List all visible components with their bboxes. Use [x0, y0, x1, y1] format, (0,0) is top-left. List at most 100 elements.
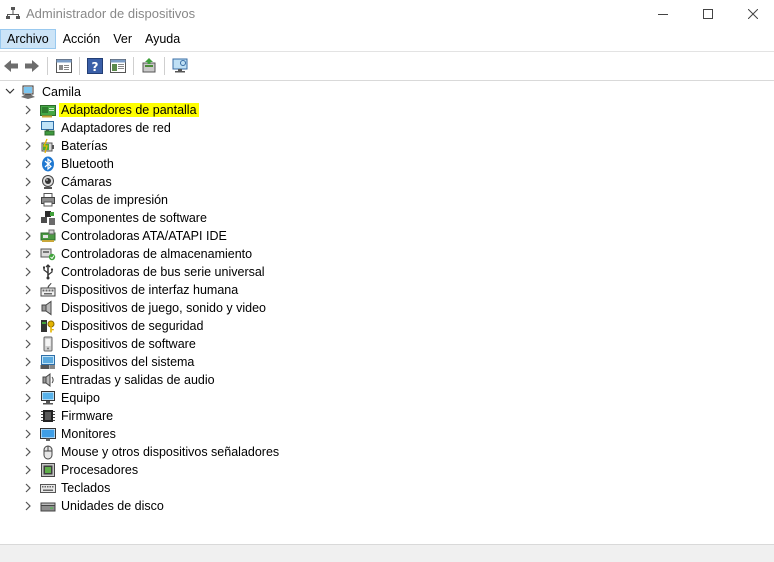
usb-icon: [43, 264, 54, 280]
tree-node-dispositivos-de-interfaz-humana[interactable]: Dispositivos de interfaz humana: [0, 281, 400, 299]
chevron-right-icon[interactable]: [24, 321, 32, 331]
camera-icon: [42, 175, 54, 189]
chevron-right-icon[interactable]: [24, 249, 32, 259]
chevron-right-icon[interactable]: [24, 177, 32, 187]
tree-node-label: Entradas y salidas de audio: [61, 373, 215, 387]
bluetooth-icon: [42, 156, 54, 172]
menu-accion[interactable]: Acción: [57, 29, 107, 49]
update-driver-icon[interactable]: [140, 57, 158, 75]
chevron-right-icon[interactable]: [24, 195, 32, 205]
tree-node-dispositivos-de-juego-sonido-y-video[interactable]: Dispositivos de juego, sonido y video: [0, 299, 400, 317]
maximize-button[interactable]: [685, 0, 731, 28]
tree-node-controladoras-ata-atapi-ide[interactable]: Controladoras ATA/ATAPI IDE: [0, 227, 400, 245]
chevron-right-icon[interactable]: [24, 141, 32, 151]
tree-node-procesadores[interactable]: Procesadores: [0, 461, 400, 479]
menu-ayuda[interactable]: Ayuda: [139, 29, 186, 49]
tree-node-baterias[interactable]: Baterías: [0, 137, 400, 155]
chevron-right-icon[interactable]: [24, 285, 32, 295]
printer-icon: [41, 193, 55, 207]
tree-node-colas-de-impresion[interactable]: Colas de impresión: [0, 191, 400, 209]
network-adapter-icon: [41, 121, 55, 136]
chevron-right-icon[interactable]: [24, 123, 32, 133]
minimize-button[interactable]: [640, 0, 686, 28]
chevron-down-icon[interactable]: [5, 86, 15, 96]
chevron-right-icon[interactable]: [24, 429, 32, 439]
chevron-right-icon[interactable]: [24, 303, 32, 313]
tree-node-adaptadores-de-red[interactable]: Adaptadores de red: [0, 119, 400, 137]
tree-root-label: Camila: [42, 85, 81, 99]
tree-node-label: Adaptadores de pantalla: [59, 103, 199, 117]
disk-drive-icon: [40, 502, 56, 512]
menu-ver[interactable]: Ver: [107, 29, 138, 49]
tree-node-label: Firmware: [61, 409, 114, 423]
tree-node-label: Dispositivos de seguridad: [61, 319, 204, 333]
tree-node-label: Teclados: [61, 481, 111, 495]
ide-controller-icon: [40, 229, 56, 242]
maximize-icon: [703, 9, 713, 19]
tree-node-equipo[interactable]: Equipo: [0, 389, 400, 407]
mouse-icon: [43, 445, 53, 460]
display-adapter-icon: [40, 105, 56, 118]
processor-icon: [41, 463, 55, 477]
tree-node-label: Dispositivos de software: [61, 337, 196, 351]
tree-node-controladoras-de-bus-serie-universal[interactable]: Controladoras de bus serie universal: [0, 263, 400, 281]
tree-node-label: Dispositivos de interfaz humana: [61, 283, 239, 297]
scan-hardware-icon[interactable]: [171, 57, 189, 75]
tree-node-label: Dispositivos de juego, sonido y video: [61, 301, 266, 315]
tree-node-bluetooth[interactable]: Bluetooth: [0, 155, 400, 173]
chevron-right-icon[interactable]: [24, 393, 32, 403]
toolbar-separator: [79, 57, 80, 75]
close-button[interactable]: [730, 0, 774, 28]
chevron-right-icon[interactable]: [24, 105, 32, 115]
chevron-right-icon[interactable]: [24, 339, 32, 349]
chevron-right-icon[interactable]: [24, 159, 32, 169]
window-title: Administrador de dispositivos: [26, 6, 196, 21]
tree-node-adaptadores-de-pantalla[interactable]: Adaptadores de pantalla: [0, 101, 400, 119]
chevron-right-icon[interactable]: [24, 501, 32, 511]
tree-node-label: Cámaras: [61, 175, 112, 189]
chevron-right-icon[interactable]: [24, 465, 32, 475]
tree-node-unidades-de-disco[interactable]: Unidades de disco: [0, 497, 400, 515]
status-bar: [0, 544, 774, 562]
chevron-right-icon[interactable]: [24, 447, 32, 457]
chevron-right-icon[interactable]: [24, 483, 32, 493]
forward-arrow-icon[interactable]: [23, 57, 41, 75]
chevron-right-icon[interactable]: [24, 411, 32, 421]
chevron-right-icon[interactable]: [24, 231, 32, 241]
chevron-right-icon[interactable]: [24, 375, 32, 385]
audio-io-icon: [42, 373, 54, 387]
system-device-icon: [40, 355, 55, 369]
tree-node-label: Baterías: [61, 139, 108, 153]
chevron-right-icon[interactable]: [24, 357, 32, 367]
tree-node-controladoras-de-almacenamiento[interactable]: Controladoras de almacenamiento: [0, 245, 400, 263]
battery-icon: [41, 138, 54, 154]
tree-node-label: Controladoras de almacenamiento: [61, 247, 253, 261]
view-icon[interactable]: [109, 57, 127, 75]
tree-node-componentes-de-software[interactable]: Componentes de software: [0, 209, 400, 227]
tree-root-node[interactable]: Camila: [0, 83, 300, 101]
tree-node-entradas-y-salidas-de-audio[interactable]: Entradas y salidas de audio: [0, 371, 400, 389]
title-bar[interactable]: Administrador de dispositivos: [0, 0, 774, 28]
tree-node-camaras[interactable]: Cámaras: [0, 173, 400, 191]
computer-icon: [41, 391, 55, 405]
help-icon[interactable]: ?: [86, 57, 104, 75]
tree-node-label: Adaptadores de red: [61, 121, 171, 135]
tree-node-dispositivos-de-software[interactable]: Dispositivos de software: [0, 335, 400, 353]
properties-icon[interactable]: [55, 57, 73, 75]
chevron-right-icon[interactable]: [24, 213, 32, 223]
tree-node-teclados[interactable]: Teclados: [0, 479, 400, 497]
tree-node-mouse-y-otros-dispositivos-senaladores[interactable]: Mouse y otros dispositivos señaladores: [0, 443, 400, 461]
tree-node-label: Componentes de software: [61, 211, 207, 225]
device-tree: Camila Adaptadores de pantalla Adaptadore…: [0, 81, 774, 544]
back-arrow-icon[interactable]: [2, 57, 20, 75]
chevron-right-icon[interactable]: [24, 267, 32, 277]
tree-node-label: Equipo: [61, 391, 100, 405]
tree-node-monitores[interactable]: Monitores: [0, 425, 400, 443]
minimize-icon: [658, 14, 668, 15]
tree-node-label: Mouse y otros dispositivos señaladores: [61, 445, 280, 459]
tree-node-dispositivos-de-seguridad[interactable]: Dispositivos de seguridad: [0, 317, 400, 335]
tree-node-firmware[interactable]: Firmware: [0, 407, 400, 425]
firmware-icon: [41, 410, 55, 422]
menu-archivo[interactable]: Archivo: [0, 29, 56, 49]
tree-node-dispositivos-del-sistema[interactable]: Dispositivos del sistema: [0, 353, 400, 371]
